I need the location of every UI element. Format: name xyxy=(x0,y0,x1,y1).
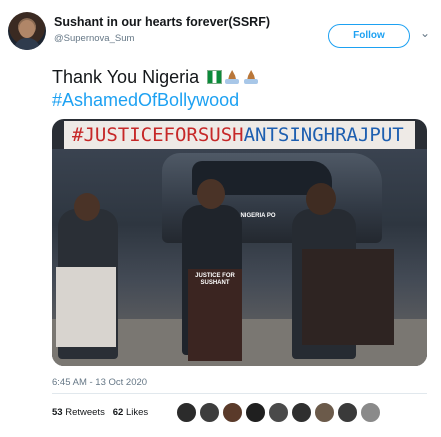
thank-you-text: Thank You Nigeria xyxy=(52,67,200,87)
liker-avatar[interactable] xyxy=(337,402,358,423)
image-banner-text: #JUSTICEFORSUSHANTSINGHRAJPUT xyxy=(72,124,404,146)
folded-hands-icon xyxy=(242,68,260,86)
protester-head xyxy=(306,183,336,215)
author-avatar[interactable] xyxy=(8,12,46,50)
liker-avatar[interactable] xyxy=(291,402,312,423)
liker-avatar[interactable] xyxy=(314,402,335,423)
tweet-stats: 53 Retweets 62 Likes xyxy=(52,407,148,418)
divider xyxy=(52,393,427,394)
liker-avatar[interactable] xyxy=(245,402,266,423)
likes-number: 62 xyxy=(112,407,124,418)
chevron-down-icon[interactable]: ⌄ xyxy=(420,26,430,40)
tweet-image[interactable]: #JUSTICEFORSUSHANTSINGHRAJPUT JUSTICE FO… xyxy=(52,119,427,366)
banner-blue-part: ANTSINGHRAJPUT xyxy=(243,124,404,146)
avatar-shirt xyxy=(14,38,40,50)
protester-head xyxy=(197,179,225,209)
tweet-text-line1: Thank You Nigeria xyxy=(52,66,260,89)
nigeria-flag-icon xyxy=(207,70,223,84)
avatar-face xyxy=(19,20,35,38)
follow-button[interactable]: Follow xyxy=(328,24,410,48)
tweet-text: Thank You Nigeria #AshamedOfBollywood xyxy=(52,66,260,112)
sign-label-justice: JUSTICE FOR SUSHANT xyxy=(195,273,235,286)
liker-avatar[interactable] xyxy=(176,402,197,423)
protester-head xyxy=(74,193,100,221)
protest-scene: JUSTICE FOR SUSHANT NIGERIA PO xyxy=(52,149,427,366)
liker-avatars xyxy=(176,402,426,424)
protest-sign xyxy=(56,267,116,347)
author-name[interactable]: Sushant in our hearts forever(SSRF) xyxy=(54,15,270,29)
author-handle[interactable]: @Supernova_Sum xyxy=(54,33,134,44)
image-banner: #JUSTICEFORSUSHANTSINGHRAJPUT xyxy=(64,121,415,151)
tweet-timestamp[interactable]: 6:45 AM - 13 Oct 2020 xyxy=(52,377,147,388)
liker-avatar[interactable] xyxy=(222,402,243,423)
hashtag-link[interactable]: #AshamedOfBollywood xyxy=(52,89,260,112)
retweets-number: 53 xyxy=(52,407,63,418)
likes-label: Likes xyxy=(125,407,149,418)
folded-hands-icon xyxy=(223,68,241,86)
tweet-header: Sushant in our hearts forever(SSRF) @Sup… xyxy=(8,8,433,58)
retweet-count[interactable]: 53 Retweets xyxy=(52,407,105,418)
sign-label-nigeria: NIGERIA PO xyxy=(240,213,276,219)
retweets-label: Retweets xyxy=(65,407,105,418)
like-count[interactable]: 62 Likes xyxy=(113,407,148,418)
banner-red-part: #JUSTICEFORSUSH xyxy=(72,124,244,146)
liker-avatar[interactable] xyxy=(199,402,220,423)
liker-avatar[interactable] xyxy=(268,402,289,423)
liker-avatar[interactable] xyxy=(360,402,381,423)
protest-sign xyxy=(302,249,394,345)
